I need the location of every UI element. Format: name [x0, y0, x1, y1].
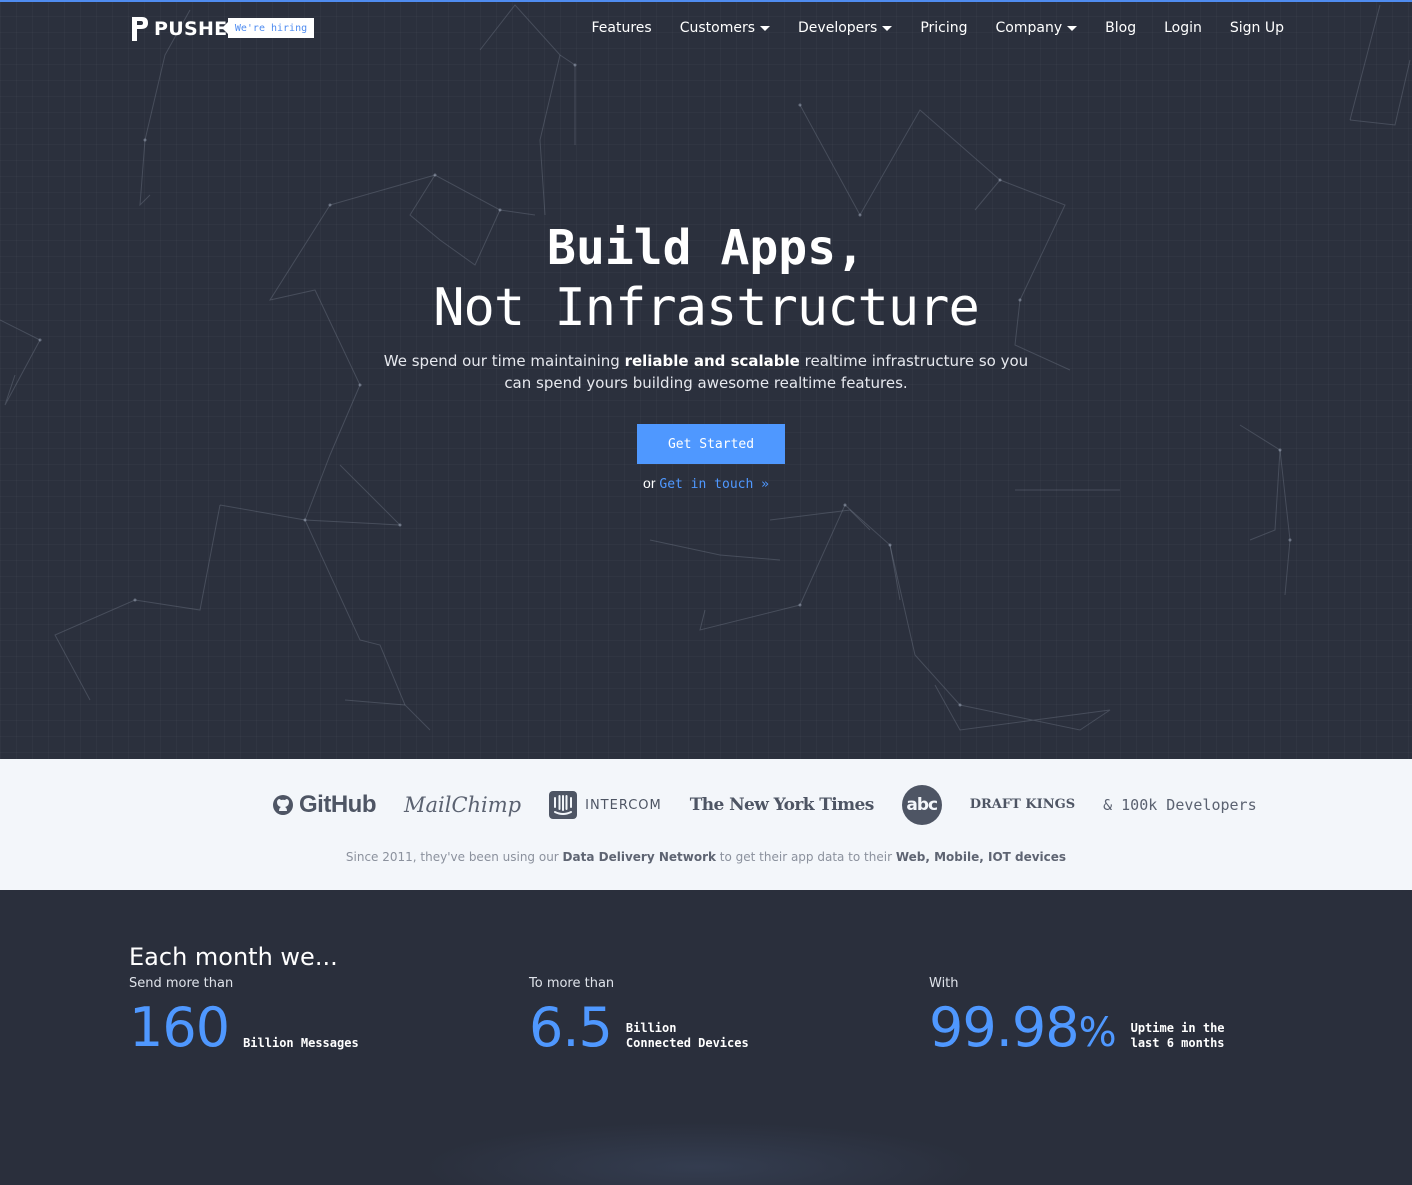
stat-unit-line: Billion Messages: [243, 1036, 359, 1050]
caret-down-icon: [1067, 25, 1078, 31]
stat-unit-line: Connected Devices: [625, 1036, 749, 1050]
brand-name: GitHub: [299, 791, 376, 818]
nav-pricing[interactable]: Pricing: [920, 20, 967, 36]
pusher-logo-icon: [132, 17, 148, 41]
hero-title-line2: Not Infrastructure: [433, 278, 980, 338]
stats-section: Each month we... Send more than 160 Bill…: [0, 890, 1412, 1185]
brand-name: DRAFT KINGS: [969, 797, 1076, 812]
stat-unit: Uptime in the last 6 months: [1131, 1021, 1225, 1051]
nav-signup[interactable]: Sign Up: [1230, 20, 1284, 36]
developers-count: & 100k Developers: [1103, 796, 1257, 814]
or-text: or: [643, 475, 656, 491]
caret-down-icon: [760, 25, 771, 31]
caption-emphasis: Data Delivery Network: [562, 850, 716, 864]
stat-unit: Billion Connected Devices: [626, 1021, 749, 1051]
nav-label: Pricing: [920, 20, 968, 36]
draftkings-logo: DRAFT KINGS: [969, 797, 1076, 812]
intercom-logo: INTERCOM: [549, 791, 662, 819]
caption-emphasis: Web, Mobile, IOT devices: [895, 850, 1067, 864]
customers-caption: Since 2011, they've been using our Data …: [0, 850, 1412, 864]
subtitle-emphasis: reliable and scalable: [624, 352, 800, 370]
nav-label: Developers: [798, 20, 878, 36]
stat-percent-sign: %: [1078, 1010, 1117, 1056]
stat-unit-line: Billion: [625, 1021, 677, 1035]
stat-label: With: [929, 976, 959, 991]
main-nav: Features Customers Developers Pricing Co…: [592, 18, 1284, 38]
contact-line: or Get in touch »: [0, 475, 1412, 492]
brand-name: abc: [906, 795, 938, 815]
stat-label: To more than: [529, 976, 615, 991]
subtitle-text: We spend our time maintaining: [383, 352, 625, 370]
caption-text: to get their app data to their: [715, 850, 896, 864]
stat-messages: Send more than 160 Billion Messages: [129, 976, 359, 1055]
world-map-decoration: [420, 1122, 980, 1185]
nav-label: Blog: [1105, 20, 1137, 36]
customer-logos: GitHub MailChimp INTERCOM The New York T…: [272, 783, 1257, 827]
hero-title-line1: Build Apps,: [547, 220, 865, 276]
stats-title: Each month we...: [129, 943, 338, 971]
abc-logo: abc: [901, 785, 942, 825]
nav-features[interactable]: Features: [592, 20, 652, 36]
brand-name: MailChimp: [403, 793, 522, 817]
get-started-button[interactable]: Get Started: [637, 424, 785, 464]
mailchimp-logo: MailChimp: [404, 793, 521, 817]
brand-name: INTERCOM: [585, 797, 662, 813]
brand-name: The New York Times: [689, 795, 875, 815]
stat-value: 99.98: [929, 996, 1080, 1059]
get-in-touch-link[interactable]: Get in touch »: [659, 477, 769, 492]
nav-customers[interactable]: Customers: [679, 20, 771, 36]
top-accent-line: [0, 0, 1412, 2]
stat-label: Send more than: [129, 976, 234, 991]
nav-label: Customers: [679, 20, 756, 36]
intercom-icon: [549, 791, 578, 819]
github-octocat-icon: [273, 795, 293, 815]
hero-section: PUSHER We're hiring Features Customers D…: [0, 0, 1412, 759]
caption-text: Since 2011, they've been using our: [345, 850, 563, 864]
hero-subtitle: We spend our time maintaining reliable a…: [376, 350, 1036, 394]
stat-unit-line: Uptime in the: [1130, 1021, 1225, 1035]
nav-login[interactable]: Login: [1164, 20, 1202, 36]
customers-band: GitHub MailChimp INTERCOM The New York T…: [0, 759, 1412, 890]
nav-label: Login: [1164, 20, 1202, 36]
nav-label: Features: [591, 20, 652, 36]
caret-down-icon: [882, 25, 893, 31]
nav-label: Sign Up: [1229, 20, 1284, 36]
stat-unit: Billion Messages: [243, 1036, 359, 1051]
stat-uptime: With 99.98% Uptime in the last 6 months: [929, 976, 1225, 1055]
stat-value: 160: [129, 996, 230, 1059]
github-logo: GitHub: [272, 791, 376, 819]
nav-label: Company: [995, 20, 1063, 36]
nav-blog[interactable]: Blog: [1105, 20, 1136, 36]
nav-developers[interactable]: Developers: [798, 20, 893, 36]
stat-unit-line: last 6 months: [1130, 1036, 1225, 1050]
stat-value: 6.5: [529, 996, 613, 1059]
nyt-logo: The New York Times: [689, 795, 875, 815]
nav-company[interactable]: Company: [996, 20, 1078, 36]
hiring-badge[interactable]: We're hiring: [222, 18, 314, 38]
stat-devices: To more than 6.5 Billion Connected Device…: [529, 976, 749, 1055]
